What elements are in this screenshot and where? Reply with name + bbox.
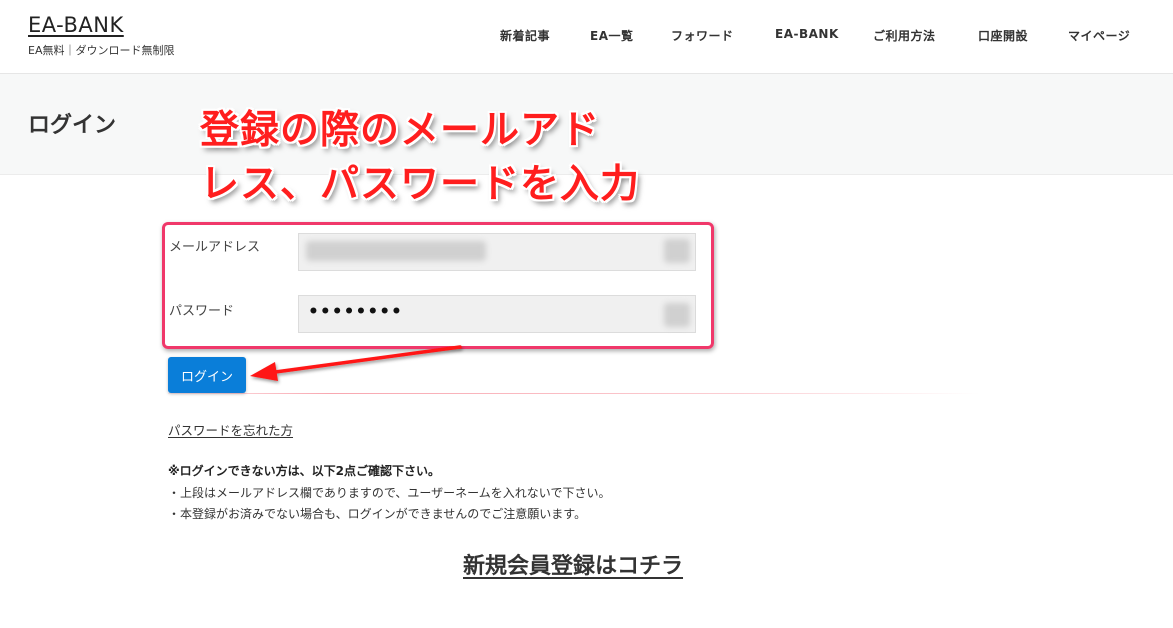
page-title: ログイン bbox=[28, 113, 117, 138]
divider bbox=[168, 393, 980, 394]
annotation-line-1: 登録の際のメールアド bbox=[200, 108, 601, 153]
annotation-line-2: レス、パスワードを入力 bbox=[200, 162, 641, 207]
annotation-text: 登録の際のメールアド レス、パスワードを入力 bbox=[200, 104, 720, 212]
notice-heading: ※ログインできない方は、以下2点ご確認下さい。 bbox=[168, 464, 441, 478]
register-link[interactable]: 新規会員登録はコチラ bbox=[463, 548, 683, 580]
forgot-password-link[interactable]: パスワードを忘れた方 bbox=[168, 420, 293, 439]
annotation-highlight-box bbox=[162, 222, 714, 349]
login-button[interactable]: ログイン bbox=[168, 357, 246, 393]
nav-item-account-opening[interactable]: 口座開設 bbox=[978, 27, 1028, 44]
nav-item-ea-bank[interactable]: EA-BANK bbox=[775, 27, 839, 41]
nav-item-new-articles[interactable]: 新着記事 bbox=[500, 27, 550, 44]
notice-item: ・本登録がお済みでない場合も、ログインができませんのでご注意願います。 bbox=[168, 507, 587, 521]
site-header: EA-BANK EA無料｜ダウンロード無制限 新着記事 EA一覧 フォワード E… bbox=[0, 0, 1173, 74]
main-nav: 新着記事 EA一覧 フォワード EA-BANK ご利用方法 口座開設 マイページ bbox=[0, 27, 1173, 45]
nav-item-ea-list[interactable]: EA一覧 bbox=[590, 27, 634, 44]
nav-item-forward[interactable]: フォワード bbox=[671, 27, 734, 44]
notice-item: ・上段はメールアドレス欄でありますので、ユーザーネームを入れないで下さい。 bbox=[168, 486, 611, 500]
nav-item-my-page[interactable]: マイページ bbox=[1068, 27, 1130, 44]
nav-item-how-to-use[interactable]: ご利用方法 bbox=[873, 27, 936, 44]
